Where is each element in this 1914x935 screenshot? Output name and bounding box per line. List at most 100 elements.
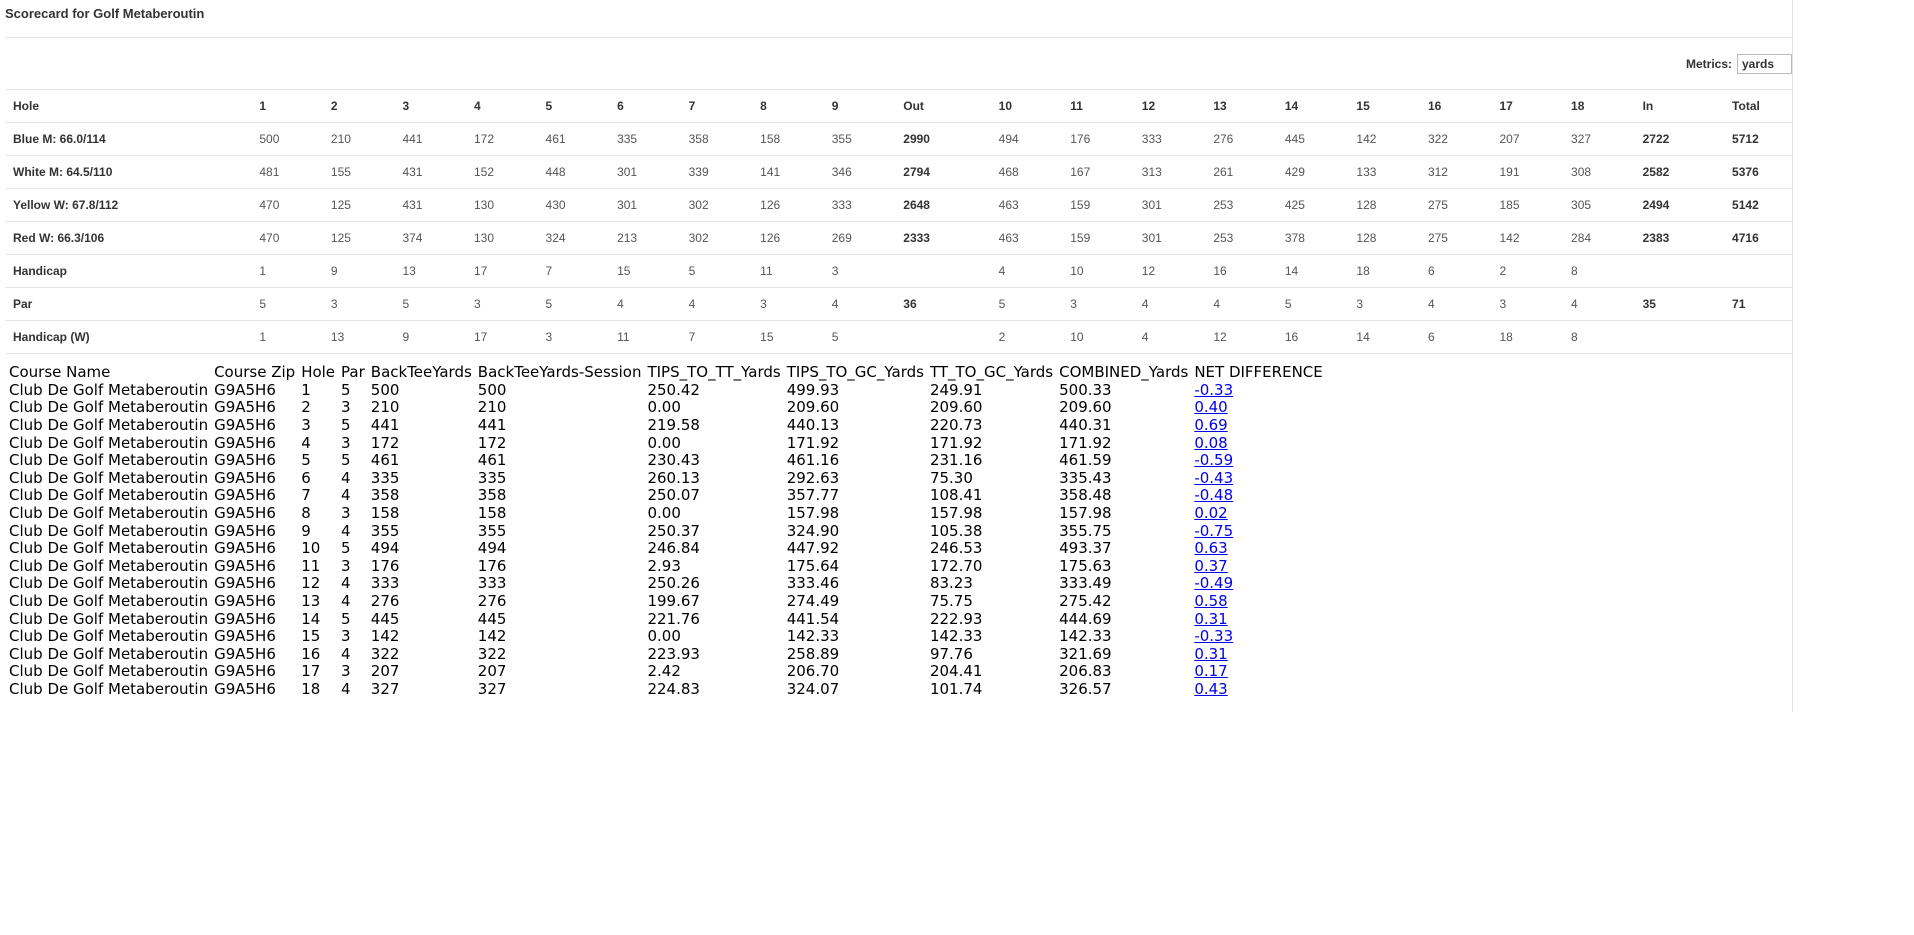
net-difference-link[interactable]: 0.31 xyxy=(1194,610,1227,628)
score-cell: 3 xyxy=(402,89,474,123)
net-difference-link[interactable]: -0.75 xyxy=(1194,522,1233,540)
score-cell: 3 xyxy=(545,320,618,354)
metrics-control: Metrics: yards xyxy=(1686,54,1792,74)
table-cell: 142.33 xyxy=(929,627,983,646)
table-cell: Club De Golf Metaberoutin xyxy=(9,662,209,681)
table-row: Club De Golf Metaberoutin G9A5H6 18 4 327 327… xyxy=(9,679,1329,699)
score-cell: 213 xyxy=(617,221,689,255)
score-cell: 5 xyxy=(545,287,618,321)
table-cell: 175.63 xyxy=(1059,556,1112,575)
table-cell: 209.60 xyxy=(786,398,840,417)
net-difference-link[interactable]: 0.40 xyxy=(1194,398,1227,416)
net-difference-link[interactable]: 0.63 xyxy=(1194,539,1227,557)
table-cell: 8 xyxy=(301,504,311,523)
score-cell: 461 xyxy=(545,122,618,156)
net-difference-link[interactable]: 0.02 xyxy=(1194,504,1227,522)
score-cell: 5 xyxy=(688,254,761,288)
net-difference-cell: 0.02 xyxy=(1194,505,1328,523)
table-cell: G9A5H6 xyxy=(214,556,276,575)
table-cell: 324.07 xyxy=(786,679,840,698)
score-cell: 2582 xyxy=(1642,155,1733,189)
net-difference-link[interactable]: -0.43 xyxy=(1194,469,1233,487)
score-cell: 261 xyxy=(1213,155,1285,189)
table-cell: 172.70 xyxy=(929,556,983,575)
net-difference-link[interactable]: -0.59 xyxy=(1194,451,1233,469)
score-cell: 302 xyxy=(688,221,761,255)
table-cell: 5 xyxy=(341,416,351,435)
table-cell: 219.58 xyxy=(647,416,700,435)
metrics-select[interactable]: yards xyxy=(1737,54,1792,74)
table-cell: Club De Golf Metaberoutin xyxy=(9,592,209,611)
net-difference-cell: 0.69 xyxy=(1194,417,1328,435)
score-cell: 4 xyxy=(831,287,904,321)
table-cell: 171.92 xyxy=(786,433,840,452)
net-difference-link[interactable]: -0.33 xyxy=(1194,627,1233,645)
table-cell: 249.91 xyxy=(929,380,983,399)
net-difference-link[interactable]: 0.69 xyxy=(1194,416,1227,434)
net-difference-link[interactable]: -0.48 xyxy=(1194,486,1233,504)
table-cell: 105.38 xyxy=(929,521,983,540)
score-cell: 333 xyxy=(1141,122,1214,156)
score-cell: 128 xyxy=(1356,221,1428,255)
net-difference-link[interactable]: -0.49 xyxy=(1194,574,1233,592)
table-cell: 445 xyxy=(370,609,400,628)
table-row: Club De Golf Metaberoutin G9A5H6 2 3 210 210 0… xyxy=(9,399,1329,417)
net-difference-link[interactable]: 0.43 xyxy=(1194,680,1227,698)
net-difference-link[interactable]: 0.37 xyxy=(1194,557,1227,575)
net-difference-link[interactable]: 0.08 xyxy=(1194,434,1227,452)
net-difference-link[interactable]: 0.31 xyxy=(1194,645,1227,663)
score-cell: 5 xyxy=(1284,287,1357,321)
score-cell: 176 xyxy=(1070,122,1142,156)
score-cell: 8 xyxy=(1571,254,1643,288)
score-cell: 4 xyxy=(1141,287,1214,321)
table-cell: 274.49 xyxy=(786,592,840,611)
table-cell: Club De Golf Metaberoutin xyxy=(9,574,209,593)
table-cell: 0.00 xyxy=(647,627,681,646)
score-cell: 13 xyxy=(330,320,403,354)
table-cell: Club De Golf Metaberoutin xyxy=(9,398,209,417)
table-cell: 333 xyxy=(477,574,507,593)
score-cell: 142 xyxy=(1499,221,1572,255)
score-cell xyxy=(1732,320,1792,354)
table-cell: G9A5H6 xyxy=(214,521,276,540)
score-cell: 128 xyxy=(1356,188,1428,222)
score-cell: 191 xyxy=(1499,155,1572,189)
table-cell: 441.54 xyxy=(786,609,840,628)
table-cell: 4 xyxy=(341,521,351,540)
score-cell: 12 xyxy=(1213,320,1285,354)
table-cell: 199.67 xyxy=(647,592,700,611)
net-difference-link[interactable]: 0.58 xyxy=(1194,592,1227,610)
net-difference-link[interactable]: 0.17 xyxy=(1194,662,1227,680)
table-cell: 175.64 xyxy=(786,556,840,575)
score-cell: 3 xyxy=(473,287,546,321)
table-cell: 108.41 xyxy=(929,486,983,505)
score-cell: 133 xyxy=(1356,155,1428,189)
score-cell: 9 xyxy=(330,254,403,288)
score-cell: 6 xyxy=(617,89,689,123)
page-title: Scorecard for Golf Metaberoutin xyxy=(5,6,205,21)
table-row: Club De Golf Metaberoutin G9A5H6 17 3 207 207… xyxy=(9,663,1329,681)
table-cell: G9A5H6 xyxy=(214,451,276,470)
table-cell: 333 xyxy=(370,574,400,593)
score-cell: 167 xyxy=(1070,155,1142,189)
row-label: Blue M: 66.0/114 xyxy=(5,122,260,156)
score-cell: 470 xyxy=(259,188,331,222)
table-cell: 500 xyxy=(477,380,507,399)
net-difference-cell: -0.49 xyxy=(1194,575,1328,593)
score-cell: 2 xyxy=(1499,254,1572,288)
net-difference-link[interactable]: -0.33 xyxy=(1194,381,1233,399)
score-cell: 16 xyxy=(1284,320,1357,354)
score-cell: 17 xyxy=(1499,89,1572,123)
table-cell: G9A5H6 xyxy=(214,539,276,558)
score-cell: 275 xyxy=(1427,188,1500,222)
table-cell: 207 xyxy=(477,662,507,681)
score-cell: 141 xyxy=(760,155,832,189)
table-cell: 2.93 xyxy=(647,556,681,575)
score-cell: 335 xyxy=(617,122,689,156)
table-cell: 209.60 xyxy=(1059,398,1112,417)
score-cell: 17 xyxy=(473,320,546,354)
score-cell: 7 xyxy=(688,320,761,354)
table-cell: 176 xyxy=(477,556,507,575)
table-cell: 142.33 xyxy=(786,627,840,646)
score-cell: 15 xyxy=(617,254,689,288)
